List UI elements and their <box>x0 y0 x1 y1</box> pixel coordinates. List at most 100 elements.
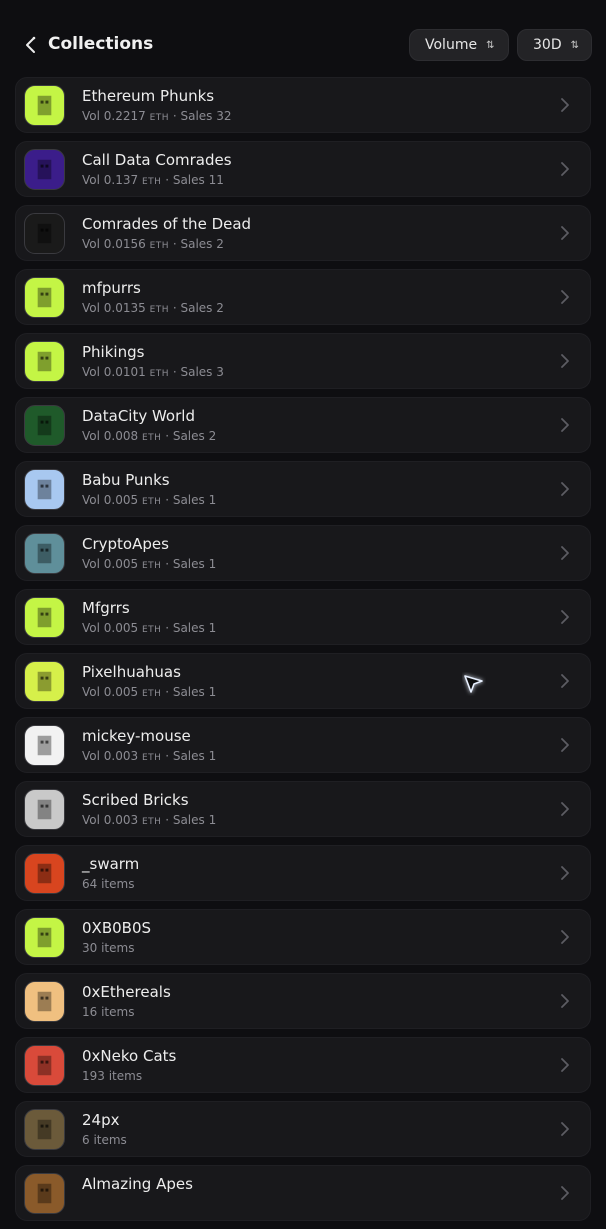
collection-avatar <box>24 661 65 702</box>
collection-name: 24px <box>82 1111 120 1129</box>
collection-name: 0XB0B0S <box>82 919 152 937</box>
pixel-art-icon <box>37 415 52 436</box>
volume-label: Vol 0.137 <box>82 173 142 187</box>
chevron-right-icon <box>561 866 569 880</box>
sales-label: · Sales 1 <box>161 749 217 763</box>
swap-vertical-icon: ⇅ <box>486 39 494 51</box>
collection-name: DataCity World <box>82 407 195 425</box>
collection-avatar <box>24 469 65 510</box>
volume-label: Vol 0.2217 <box>82 109 150 123</box>
pixel-art-icon <box>37 927 52 948</box>
collection-row[interactable]: CryptoApes Vol 0.005 ETH · Sales 1 <box>15 525 591 581</box>
collection-row[interactable]: 0xNeko Cats 193 items <box>15 1037 591 1093</box>
chevron-right-icon <box>561 546 569 560</box>
collection-name: Ethereum Phunks <box>82 87 215 105</box>
period-dropdown[interactable]: 30D ⇅ <box>517 29 592 61</box>
collection-name: 0xNeko Cats <box>82 1047 177 1065</box>
collection-name: mickey-mouse <box>82 727 191 745</box>
volume-label: Vol 0.003 <box>82 749 142 763</box>
sales-label: · Sales 11 <box>161 173 224 187</box>
collection-row[interactable]: Scribed Bricks Vol 0.003 ETH · Sales 1 <box>15 781 591 837</box>
volume-label: Vol 0.0135 <box>82 301 150 315</box>
chevron-right-icon <box>561 162 569 176</box>
pixel-art-icon <box>37 159 52 180</box>
chevron-right-icon <box>561 418 569 432</box>
pixel-art-icon <box>37 351 52 372</box>
chevron-right-icon <box>561 738 569 752</box>
collection-avatar <box>24 341 65 382</box>
volume-label: Vol 0.0101 <box>82 365 150 379</box>
collection-row[interactable]: Almazing Apes <box>15 1165 591 1221</box>
page-title: Collections <box>48 34 154 54</box>
collection-name: _swarm <box>82 855 140 873</box>
collection-avatar <box>24 981 65 1022</box>
collection-avatar <box>24 725 65 766</box>
chevron-right-icon <box>561 994 569 1008</box>
collection-row[interactable]: 24px 6 items <box>15 1101 591 1157</box>
collection-stats: 64 items <box>82 877 135 891</box>
sort-dropdown[interactable]: Volume ⇅ <box>409 29 509 61</box>
pixel-art-icon <box>37 479 52 500</box>
collection-avatar <box>24 1045 65 1086</box>
chevron-right-icon <box>561 1122 569 1136</box>
collection-row[interactable]: Mfgrrs Vol 0.005 ETH · Sales 1 <box>15 589 591 645</box>
eth-unit: ETH <box>149 241 170 251</box>
collection-row[interactable]: Call Data Comrades Vol 0.137 ETH · Sales … <box>15 141 591 197</box>
volume-label: Vol 0.005 <box>82 621 142 635</box>
collection-stats: 6 items <box>82 1133 127 1147</box>
collection-row[interactable]: Phikings Vol 0.0101 ETH · Sales 3 <box>15 333 591 389</box>
collection-row[interactable]: Pixelhuahuas Vol 0.005 ETH · Sales 1 <box>15 653 591 709</box>
collection-avatar <box>24 597 65 638</box>
chevron-right-icon <box>561 610 569 624</box>
collection-row[interactable]: DataCity World Vol 0.008 ETH · Sales 2 <box>15 397 591 453</box>
collection-stats: Vol 0.137 ETH · Sales 11 <box>82 173 224 187</box>
pixel-art-icon <box>37 1119 52 1140</box>
volume-label: Vol 0.008 <box>82 429 142 443</box>
collection-avatar <box>24 85 65 126</box>
collection-avatar <box>24 405 65 446</box>
collection-row[interactable]: Comrades of the Dead Vol 0.0156 ETH · Sal… <box>15 205 591 261</box>
collection-stats: 30 items <box>82 941 135 955</box>
top-bar: Collections Volume ⇅ 30D ⇅ <box>0 0 606 76</box>
sales-label: · Sales 1 <box>161 621 217 635</box>
collection-name: Scribed Bricks <box>82 791 189 809</box>
collection-name: Phikings <box>82 343 145 361</box>
collection-stats: Vol 0.2217 ETH · Sales 32 <box>82 109 232 123</box>
collection-row[interactable]: 0XB0B0S 30 items <box>15 909 591 965</box>
volume-label: Vol 0.005 <box>82 685 142 699</box>
collection-name: Almazing Apes <box>82 1175 193 1193</box>
collection-avatar <box>24 789 65 830</box>
collection-row[interactable]: Babu Punks Vol 0.005 ETH · Sales 1 <box>15 461 591 517</box>
volume-label: Vol 0.003 <box>82 813 142 827</box>
collection-stats: Vol 0.005 ETH · Sales 1 <box>82 557 216 571</box>
collection-name: Babu Punks <box>82 471 170 489</box>
collection-row[interactable]: mickey-mouse Vol 0.003 ETH · Sales 1 <box>15 717 591 773</box>
chevron-right-icon <box>561 802 569 816</box>
mouse-cursor-icon <box>464 675 483 693</box>
sales-label: · Sales 32 <box>169 109 232 123</box>
eth-unit: ETH <box>149 305 170 315</box>
chevron-right-icon <box>561 482 569 496</box>
chevron-right-icon <box>561 354 569 368</box>
eth-unit: ETH <box>149 369 170 379</box>
chevron-right-icon <box>561 98 569 112</box>
pixel-art-icon <box>37 735 52 756</box>
chevron-right-icon <box>561 930 569 944</box>
chevron-right-icon <box>561 1058 569 1072</box>
volume-label: Vol 0.005 <box>82 493 142 507</box>
collection-stats: Vol 0.005 ETH · Sales 1 <box>82 493 216 507</box>
back-button[interactable] <box>20 33 42 57</box>
collection-name: Comrades of the Dead <box>82 215 252 233</box>
collection-name: Call Data Comrades <box>82 151 232 169</box>
pixel-art-icon <box>37 607 52 628</box>
chevron-right-icon <box>561 290 569 304</box>
collection-name: mfpurrs <box>82 279 141 297</box>
collection-row[interactable]: Ethereum Phunks Vol 0.2217 ETH · Sales 32 <box>15 77 591 133</box>
collection-stats: Vol 0.008 ETH · Sales 2 <box>82 429 216 443</box>
collection-stats: 16 items <box>82 1005 135 1019</box>
eth-unit: ETH <box>141 561 162 571</box>
collection-row[interactable]: mfpurrs Vol 0.0135 ETH · Sales 2 <box>15 269 591 325</box>
collection-row[interactable]: 0xEthereals 16 items <box>15 973 591 1029</box>
eth-unit: ETH <box>141 497 162 507</box>
collection-row[interactable]: _swarm 64 items <box>15 845 591 901</box>
